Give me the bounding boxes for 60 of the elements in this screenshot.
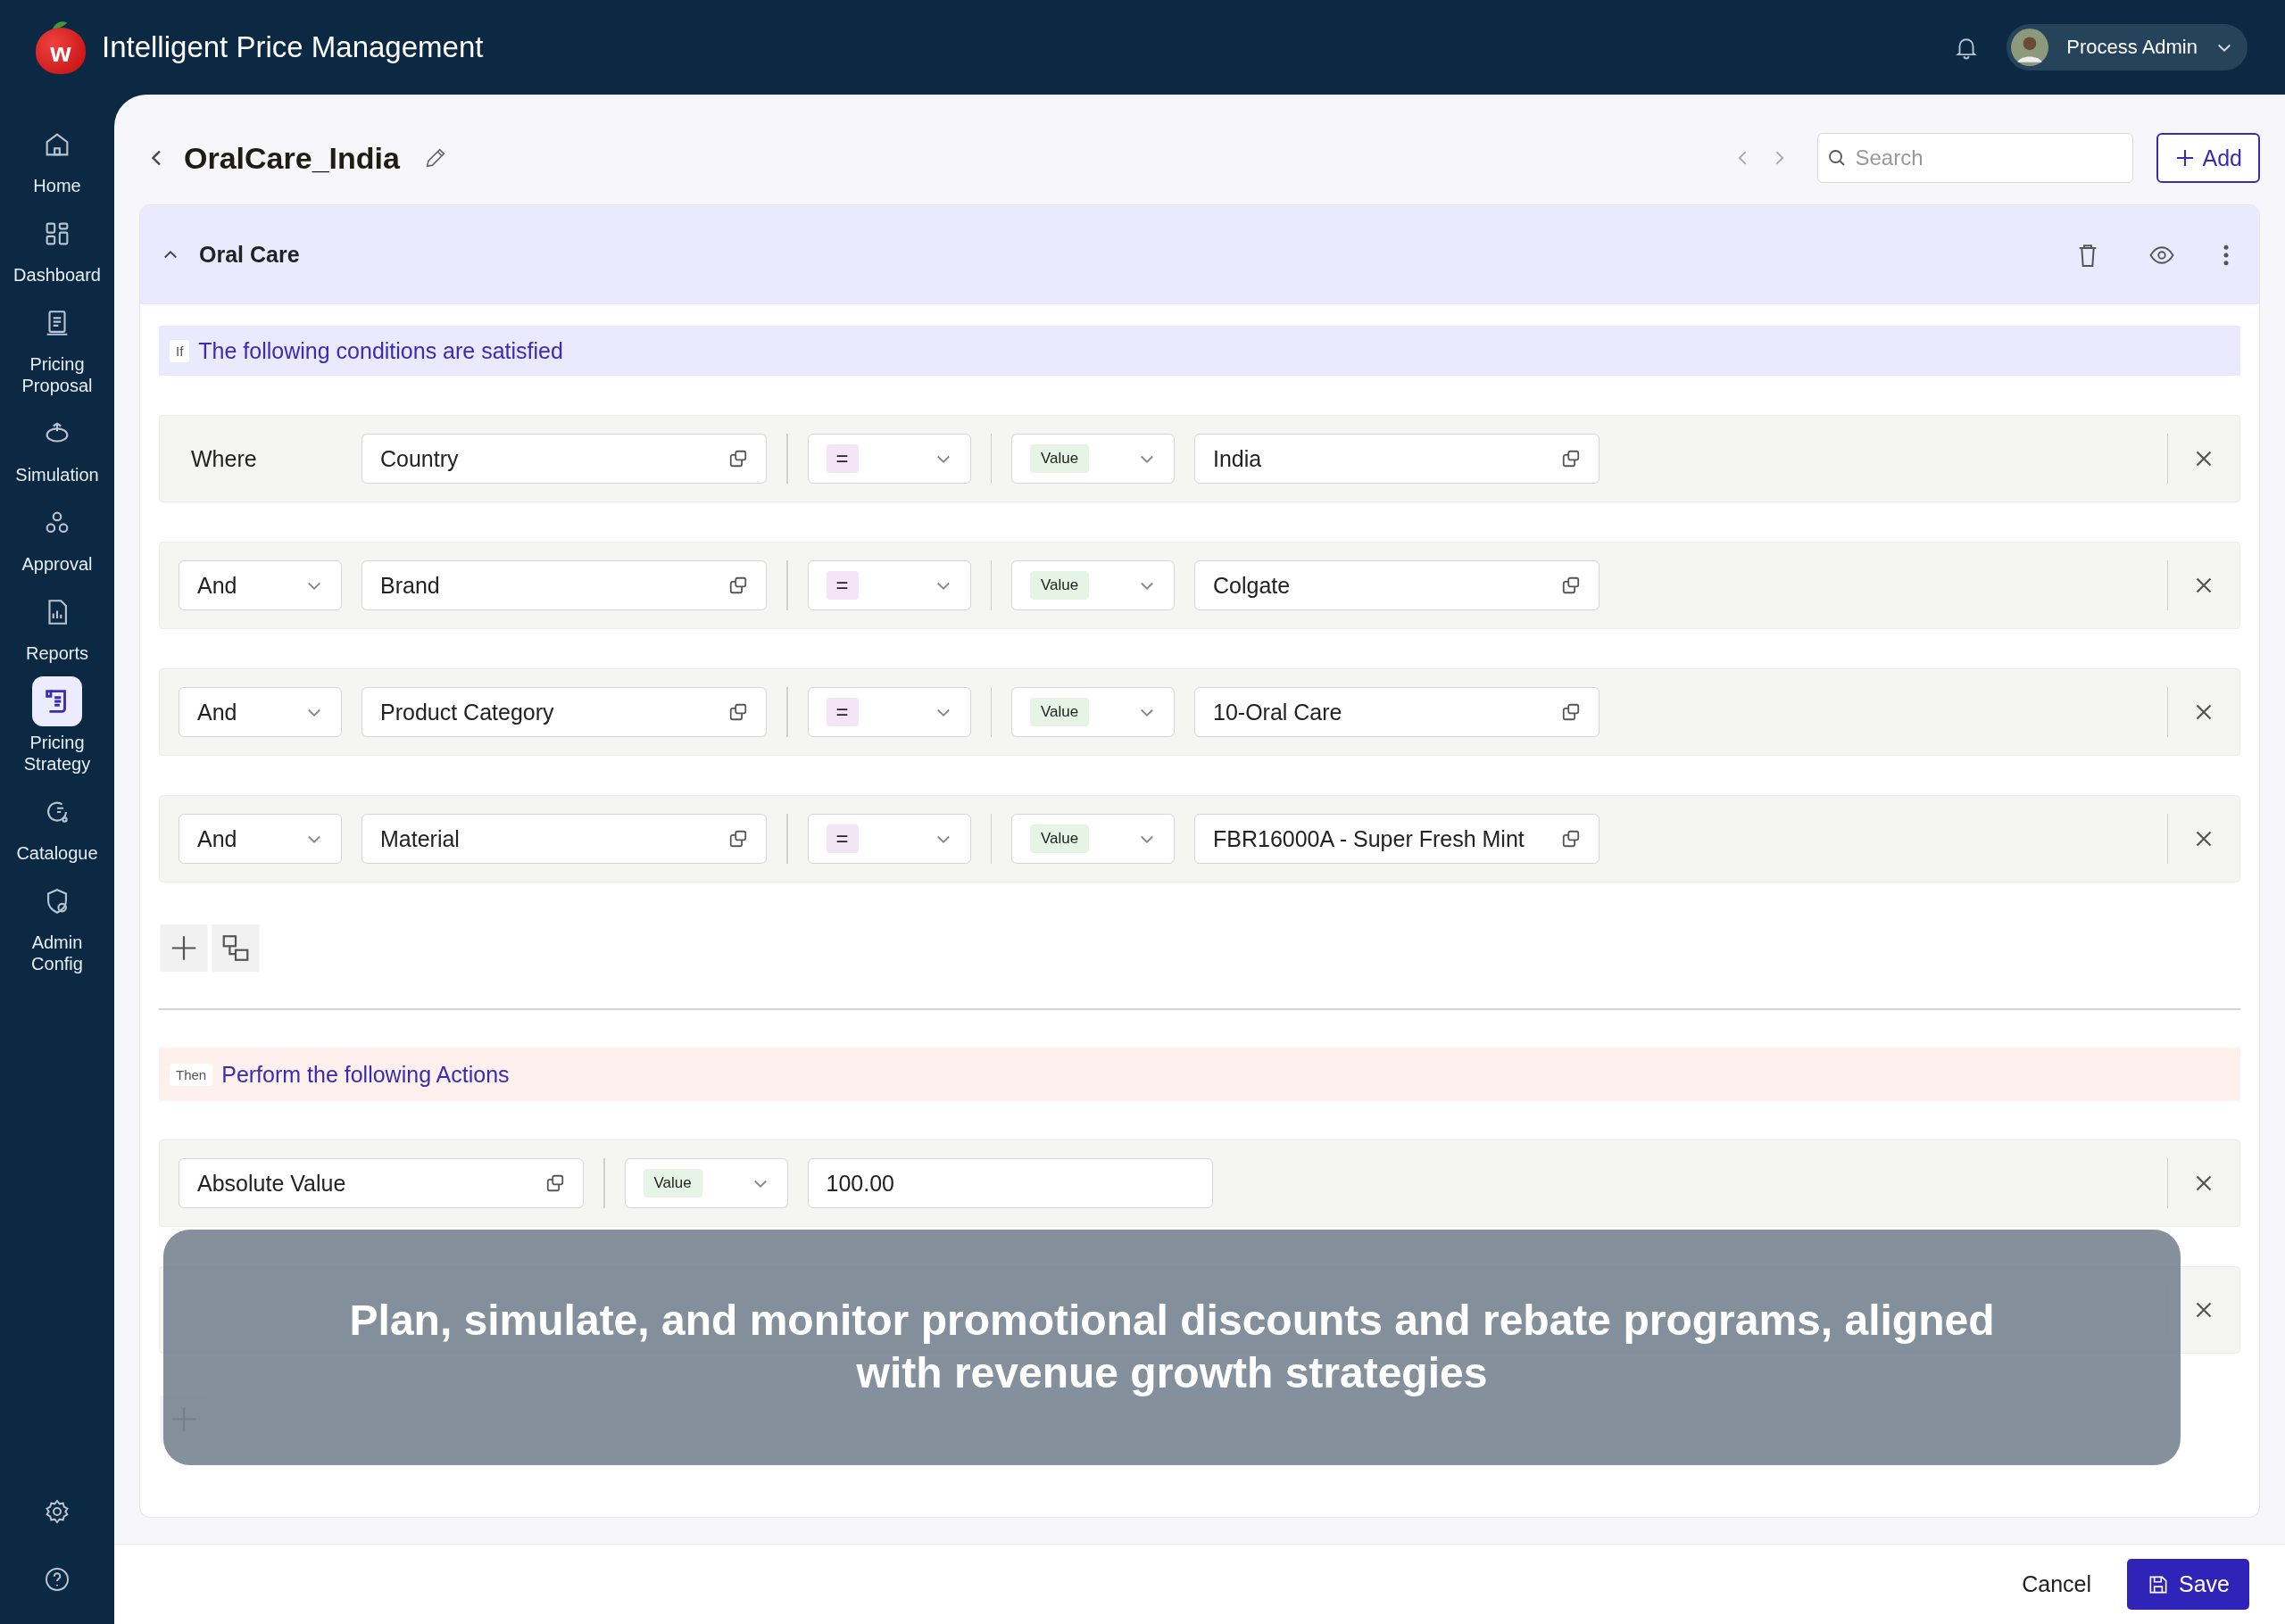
connector-dropdown[interactable]: And [179, 814, 342, 864]
banner-text: Perform the following Actions [221, 1061, 510, 1088]
sidebar-item[interactable]: Simulation [3, 409, 112, 485]
sidebar-item[interactable]: Reports [3, 587, 112, 664]
add-condition-icon[interactable] [159, 924, 209, 972]
field-input[interactable]: Absolute Value [179, 1158, 584, 1208]
copy-icon[interactable] [728, 449, 748, 468]
banner-text: The following conditions are satisfied [198, 337, 563, 364]
sidebar-item[interactable]: Catalogue [3, 787, 112, 864]
copy-icon[interactable] [545, 1173, 565, 1193]
sidebar-item[interactable]: Dashboard [3, 209, 112, 286]
add-button[interactable]: Add [2156, 133, 2260, 183]
field-input[interactable]: Brand [361, 560, 767, 610]
value-type-dropdown[interactable]: Value [1011, 814, 1175, 864]
connector-dropdown[interactable]: And [179, 560, 342, 610]
cancel-button[interactable]: Cancel [2022, 1571, 2091, 1597]
value-input[interactable]: Colgate [1194, 560, 1600, 610]
page-title: OralCare_India [184, 140, 400, 176]
copy-icon[interactable] [728, 576, 748, 595]
field-input[interactable]: Country [361, 434, 767, 484]
sidebar-item[interactable]: Home [3, 120, 112, 196]
group-title: Oral Care [199, 242, 300, 268]
value-type-dropdown[interactable]: Value [1011, 434, 1175, 484]
value-type-dropdown[interactable]: Value [624, 1158, 788, 1208]
connector-dropdown[interactable]: And [179, 687, 342, 737]
value-input[interactable]: India [1194, 434, 1600, 484]
connector-label: Where [190, 445, 258, 472]
add-group-icon[interactable] [211, 924, 261, 972]
value-type-dropdown[interactable]: Value [1011, 687, 1175, 737]
then-tag: Then [170, 1063, 213, 1086]
caption-text: Plan, simulate, and monitor promotional discounts and rebate programs, aligned with revenue growth strategies [348, 1296, 1996, 1398]
value-input[interactable]: 10-Oral Care [1194, 687, 1600, 737]
avatar-icon [2011, 29, 2049, 66]
copy-icon[interactable] [1561, 449, 1581, 468]
field-input[interactable]: Product Category [361, 687, 767, 737]
logo: w [36, 19, 86, 76]
sidebar-item[interactable]: Pricing Strategy [3, 676, 112, 775]
sidebar-item[interactable]: Pricing Proposal [3, 298, 112, 396]
copy-icon[interactable] [1561, 829, 1581, 849]
copy-icon[interactable] [728, 702, 748, 722]
copy-icon[interactable] [1561, 576, 1581, 595]
operator-dropdown[interactable]: = [807, 814, 971, 864]
field-input[interactable]: Material [361, 814, 767, 864]
value-input[interactable]: FBR16000A - Super Fresh Mint [1194, 814, 1600, 864]
save-button[interactable]: Save [2127, 1559, 2249, 1610]
copy-icon[interactable] [1561, 702, 1581, 722]
operator-dropdown[interactable]: = [807, 434, 971, 484]
value-input[interactable]: 100.00 [807, 1158, 1213, 1208]
settings-icon[interactable] [43, 1497, 71, 1526]
user-menu[interactable]: Process Admin [2007, 24, 2248, 70]
copy-icon[interactable] [728, 829, 748, 849]
help-icon[interactable] [43, 1565, 71, 1594]
sidebar-item[interactable]: Approval [3, 498, 112, 575]
sidebar-item[interactable]: Admin Config [3, 876, 112, 974]
app-title: Intelligent Price Management [102, 30, 484, 64]
operator-dropdown[interactable]: = [807, 560, 971, 610]
operator-dropdown[interactable]: = [807, 687, 971, 737]
value-type-dropdown[interactable]: Value [1011, 560, 1175, 610]
if-tag: If [170, 339, 190, 362]
search-field[interactable]: Search [1816, 133, 2133, 183]
